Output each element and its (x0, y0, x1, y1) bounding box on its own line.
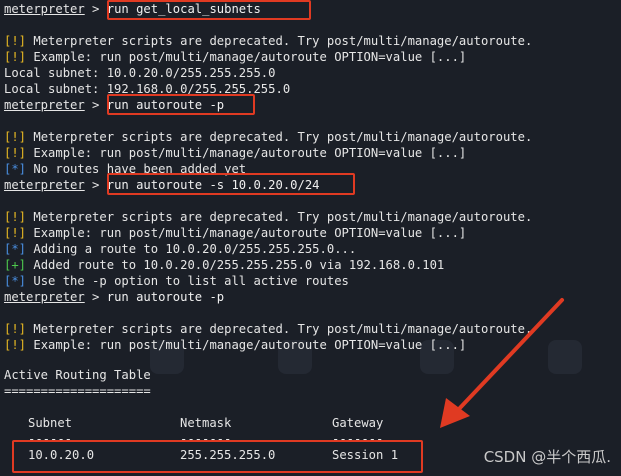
annotation-arrow (440, 298, 564, 428)
watermark: CSDN @半个西瓜. (483, 448, 611, 466)
